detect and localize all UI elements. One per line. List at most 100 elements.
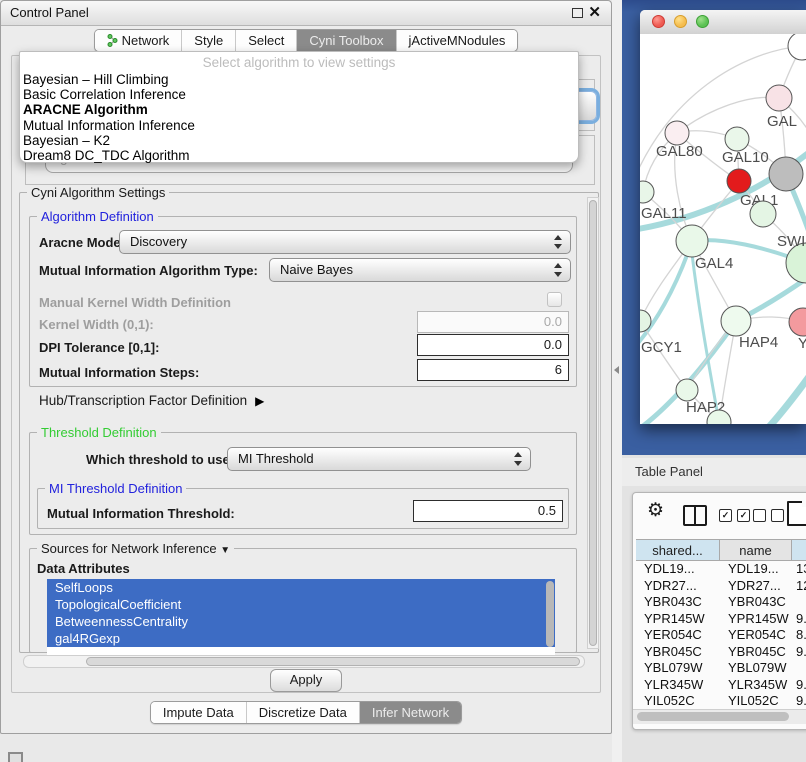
gear-icon[interactable]: ⚙ [647, 501, 664, 521]
stepper-icon [554, 235, 562, 249]
float-window-icon[interactable] [572, 8, 583, 18]
table-row[interactable]: YDR27...YDR27...12 [636, 578, 806, 595]
node-label: GAL10 [722, 149, 769, 166]
checkbox-unchecked-icon [753, 509, 766, 522]
mi-type-combobox[interactable]: Naive Bayes [269, 258, 571, 282]
table-cell: 9. [792, 611, 806, 628]
attribute-item-gal4rgexp[interactable]: gal4RGexp [47, 630, 555, 647]
close-traffic-light-icon[interactable] [652, 15, 665, 28]
data-attributes-list[interactable]: SelfLoopsTopologicalCoefficientBetweenne… [47, 579, 555, 655]
which-threshold-value: MI Threshold [238, 451, 314, 466]
table-cell: YIL052C [636, 693, 720, 707]
table-row[interactable]: YDL19...YDL19...13 [636, 561, 806, 578]
vertical-scrollbar-thumb[interactable] [589, 200, 597, 646]
checked-columns-icon[interactable]: ✓ ✓ [719, 509, 750, 522]
vertical-scrollbar[interactable] [587, 197, 599, 649]
network-node-y[interactable] [789, 308, 806, 336]
column-header-a[interactable]: A [792, 539, 806, 561]
table-cell: YBR045C [720, 644, 792, 661]
aracne-mode-combobox[interactable]: Discovery [119, 230, 571, 254]
table-cell: 12 [792, 578, 806, 595]
network-node-hap4[interactable] [721, 306, 751, 336]
node-label: GAL11 [641, 205, 687, 222]
attribute-item-topologicalcoefficient[interactable]: TopologicalCoefficient [47, 596, 555, 613]
table-row[interactable]: YPR145WYPR145W9. [636, 611, 806, 628]
network-window[interactable]: GALGAL80GAL10GAL1GAL11GAL4SWI4GCY1HAP4YH… [640, 10, 806, 424]
node-label: SWI4 [777, 233, 806, 250]
horizontal-scrollbar[interactable] [23, 655, 585, 668]
mi-steps-field[interactable]: 6 [417, 359, 569, 381]
attribute-item-betweennesscentrality[interactable]: BetweennessCentrality [47, 613, 555, 630]
node-label: Y [798, 335, 806, 352]
tab-style[interactable]: Style [181, 30, 235, 51]
collapse-divider-icon[interactable] [614, 366, 619, 374]
dpi-tolerance-field[interactable]: 0.0 [417, 334, 569, 356]
horizontal-scrollbar-thumb[interactable] [86, 657, 580, 666]
tab-label: Cyni Toolbox [309, 33, 383, 48]
column-header-name[interactable]: name [720, 539, 792, 561]
dropdown-item-aracne-algorithm[interactable]: ARACNE Algorithm [20, 102, 578, 117]
import-table-icon[interactable] [787, 501, 806, 526]
table-cell [792, 594, 806, 611]
dropdown-item-dream8-dc-tdc-algorithm[interactable]: Dream8 DC_TDC Algorithm [20, 148, 578, 163]
unchecked-columns-icon[interactable] [753, 509, 784, 522]
network-node-hap2[interactable] [676, 379, 698, 401]
dropdown-item-mutual-information-inference[interactable]: Mutual Information Inference [20, 118, 578, 133]
list-scrollbar-thumb[interactable] [546, 581, 554, 647]
aracne-mode-value: Discovery [130, 234, 187, 249]
network-node-gal[interactable] [766, 85, 792, 111]
table-cell: YLR345W [720, 677, 792, 694]
table-row[interactable]: YBR043CYBR043C [636, 594, 806, 611]
bottom-tabs: Impute DataDiscretize DataInfer Network [150, 701, 462, 724]
tab-impute-data[interactable]: Impute Data [151, 702, 246, 723]
dropdown-item-basic-correlation-inference[interactable]: Basic Correlation Inference [20, 87, 578, 102]
table-hscrollbar[interactable] [633, 709, 806, 724]
network-node-gal4[interactable] [676, 225, 708, 257]
tab-discretize-data[interactable]: Discretize Data [246, 702, 359, 723]
zoom-traffic-light-icon[interactable] [696, 15, 709, 28]
apply-button[interactable]: Apply [270, 669, 342, 692]
manual-kernel-checkbox[interactable] [547, 292, 562, 307]
node-label: GCY1 [641, 339, 682, 356]
tab-cyni-toolbox[interactable]: Cyni Toolbox [296, 30, 395, 51]
kernel-width-field[interactable]: 0.0 [417, 311, 569, 333]
columns-icon[interactable] [683, 505, 707, 526]
network-edge[interactable] [677, 97, 779, 133]
tab-jactivemnodules[interactable]: jActiveMNodules [396, 30, 518, 51]
table-cell: YER054C [636, 627, 720, 644]
network-node-gal10[interactable] [725, 127, 749, 151]
network-node[interactable] [750, 201, 776, 227]
close-icon[interactable]: ✕ [588, 3, 601, 23]
dropdown-item-bayesian-hill-climbing[interactable]: Bayesian – Hill Climbing [20, 72, 578, 87]
network-canvas[interactable]: GALGAL80GAL10GAL1GAL11GAL4SWI4GCY1HAP4YH… [640, 34, 806, 424]
dropdown-item-bayesian-k2[interactable]: Bayesian – K2 [20, 133, 578, 148]
expand-down-icon[interactable]: ▼ [220, 545, 230, 556]
tab-infer-network[interactable]: Infer Network [359, 702, 461, 723]
tab-select[interactable]: Select [235, 30, 296, 51]
table-cell: YDL19... [720, 561, 792, 578]
mi-threshold-group-title: MI Threshold Definition [45, 481, 186, 496]
table-cell: YIL052C [720, 693, 792, 707]
table-cell: 13 [792, 561, 806, 578]
network-node-gal1[interactable] [727, 169, 751, 193]
panel-divider[interactable] [612, 0, 622, 762]
tab-network[interactable]: Network [95, 30, 182, 51]
table-hscrollbar-thumb[interactable] [637, 712, 789, 721]
which-threshold-combobox[interactable]: MI Threshold [227, 447, 531, 471]
network-window-titlebar[interactable] [640, 10, 806, 35]
column-header-shared-[interactable]: shared... [636, 539, 720, 561]
mi-threshold-field[interactable]: 0.5 [413, 500, 563, 522]
table-row[interactable]: YLR345WYLR345W9. [636, 677, 806, 694]
minimize-traffic-light-icon[interactable] [674, 15, 687, 28]
hub-definition-toggle[interactable]: Hub/Transcription Factor Definition▶ [39, 393, 264, 408]
table-row[interactable]: YBL079WYBL079W [636, 660, 806, 677]
network-edge[interactable] [768, 370, 806, 424]
attribute-item-selfloops[interactable]: SelfLoops [47, 579, 555, 596]
network-node-gal80[interactable] [665, 121, 689, 145]
table-row[interactable]: YBR045CYBR045C9. [636, 644, 806, 661]
network-node[interactable] [788, 34, 806, 60]
table-row[interactable]: YER054CYER054C8. [636, 627, 806, 644]
network-node[interactable] [769, 157, 803, 191]
table-row[interactable]: YIL052CYIL052C9. [636, 693, 806, 707]
float-panel-icon[interactable] [8, 752, 23, 762]
